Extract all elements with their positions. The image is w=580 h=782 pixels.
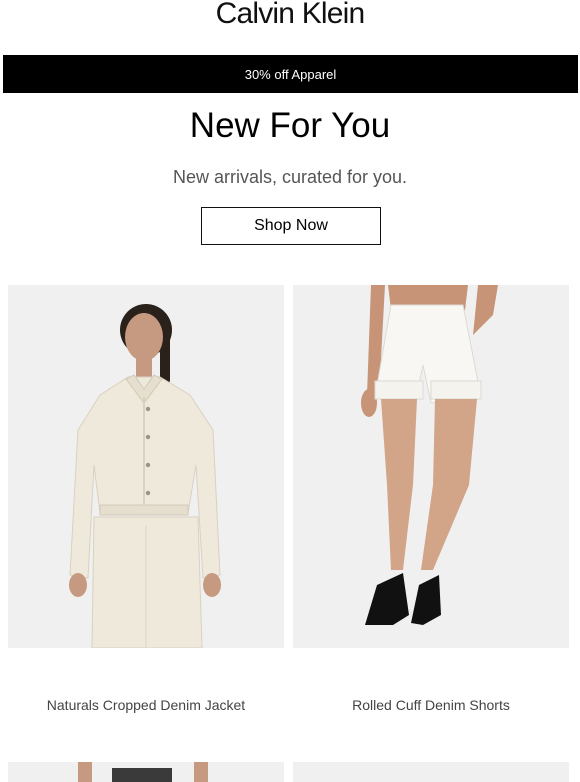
brand-logo[interactable]: Calvin Klein — [0, 0, 580, 40]
product-name-shorts[interactable]: Rolled Cuff Denim Shorts — [293, 697, 569, 713]
hero-subhead: New arrivals, curated for you. — [172, 167, 408, 187]
promo-text: 30% off Apparel — [244, 66, 337, 82]
product-image-denim-shorts[interactable] — [293, 285, 569, 648]
product-name-jacket[interactable]: Naturals Cropped Denim Jacket — [8, 697, 284, 713]
product-image-next-left[interactable] — [8, 762, 284, 782]
model-shorts-illustration — [293, 285, 569, 648]
promo-banner[interactable]: 30% off Apparel — [3, 55, 578, 93]
product-image-denim-jacket[interactable] — [8, 285, 284, 648]
shop-now-button[interactable]: Shop Now — [201, 207, 381, 245]
model-partial-illustration — [8, 762, 284, 782]
model-jacket-illustration — [8, 285, 284, 648]
hero-headline: New For You — [189, 106, 391, 145]
product-image-next-right[interactable] — [293, 762, 569, 782]
